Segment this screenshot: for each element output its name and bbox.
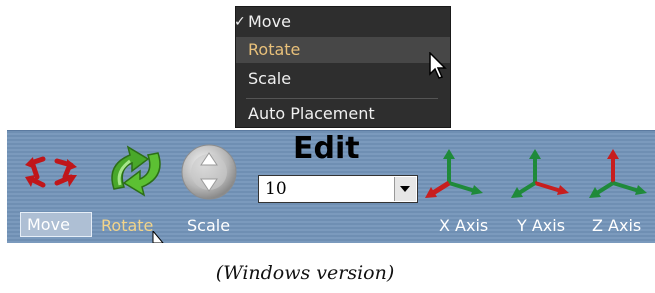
- combobox-value: 10: [265, 179, 287, 199]
- rotate-arrows-icon[interactable]: [102, 141, 170, 201]
- menu-item-label: Move: [248, 12, 291, 31]
- edit-title: Edit: [293, 131, 360, 166]
- x-axis-icon[interactable]: [421, 149, 487, 199]
- z-axis-label[interactable]: Z Axis: [592, 216, 641, 235]
- y-axis-label[interactable]: Y Axis: [517, 216, 565, 235]
- menu-item-label: Scale: [248, 69, 292, 88]
- menu-item-rotate[interactable]: Rotate: [236, 37, 450, 63]
- menu-separator: [246, 98, 438, 99]
- move-arrows-icon[interactable]: [23, 153, 79, 191]
- mouse-cursor-icon: [429, 52, 447, 79]
- scale-button-label[interactable]: Scale: [187, 216, 230, 235]
- menu-item-move[interactable]: ✓ Move: [234, 9, 450, 35]
- menu-item-label: Auto Placement: [248, 104, 375, 123]
- rotate-button-label[interactable]: Rotate: [101, 216, 153, 235]
- x-axis-label[interactable]: X Axis: [439, 216, 488, 235]
- figure-caption: (Windows version): [215, 262, 395, 284]
- scale-circle-icon[interactable]: [179, 143, 239, 201]
- checkmark-icon: ✓: [234, 14, 246, 30]
- z-axis-icon[interactable]: [585, 149, 651, 199]
- dropdown-arrow-icon[interactable]: [394, 177, 416, 201]
- menu-item-label: Rotate: [248, 40, 301, 59]
- menu-item-auto-placement[interactable]: Auto Placement: [236, 101, 450, 127]
- move-button[interactable]: Move: [20, 212, 92, 237]
- move-button-label: Move: [27, 215, 70, 234]
- y-axis-icon[interactable]: [507, 149, 573, 199]
- edit-toolbar: Edit 10 Move Rotate Scale X Axis Y Axis …: [7, 130, 655, 243]
- menu-item-scale[interactable]: Scale: [236, 66, 450, 92]
- mouse-cursor-icon: [152, 231, 164, 243]
- edit-mode-menu: ✓ Move Rotate Scale Auto Placement: [234, 6, 451, 128]
- step-value-combobox[interactable]: 10: [258, 175, 418, 203]
